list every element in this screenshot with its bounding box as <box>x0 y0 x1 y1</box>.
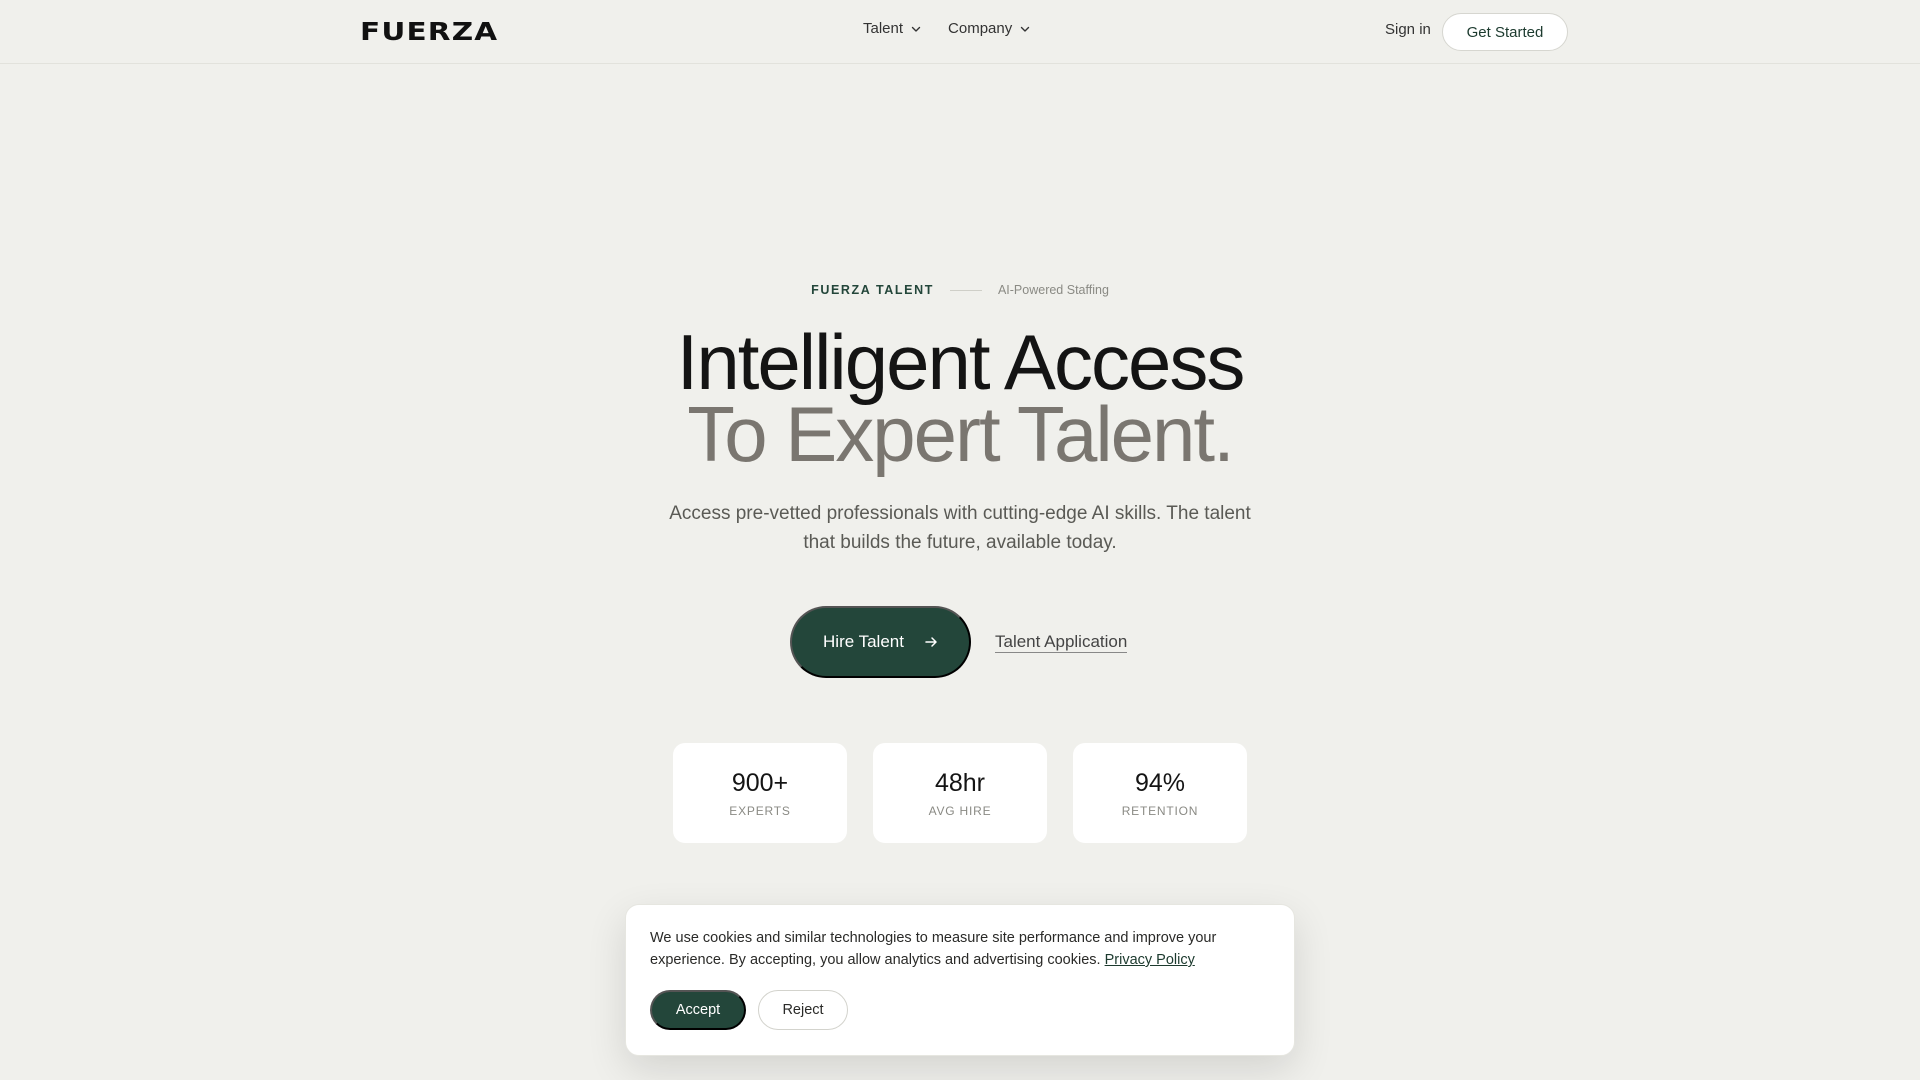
reject-cookies-button[interactable]: Reject <box>758 990 848 1030</box>
hire-talent-button[interactable]: Hire Talent <box>790 606 971 678</box>
cookie-banner: We use cookies and similar technologies … <box>625 904 1295 1056</box>
hero-headline: Intelligent Access To Expert Talent. <box>0 318 1920 478</box>
stat-label: RETENTION <box>1121 804 1199 818</box>
chevron-down-icon <box>911 26 921 32</box>
page: FUERZA Talent Company Sign in Get Starte… <box>0 0 1920 1080</box>
stat-label: AVG HIRE <box>928 804 992 818</box>
logo[interactable]: FUERZA <box>360 17 498 47</box>
chevron-down-icon <box>1021 26 1030 32</box>
nav-company-label: Company <box>948 20 1013 37</box>
stat-label: EXPERTS <box>729 804 791 818</box>
nav-talent-label: Talent <box>863 20 904 37</box>
site-header: FUERZA Talent Company Sign in Get Starte… <box>0 0 1920 64</box>
sign-in-link[interactable]: Sign in <box>1385 21 1431 38</box>
privacy-policy-link[interactable]: Privacy Policy <box>1105 952 1195 968</box>
hero-eyebrow: FUERZA TALENT AI-Powered Staffing <box>0 283 1920 297</box>
nav-talent[interactable]: Talent <box>863 20 922 37</box>
eyebrow-divider <box>949 289 982 291</box>
cookie-text: We use cookies and similar technologies … <box>650 927 1270 971</box>
eyebrow-tag: AI-Powered Staffing <box>997 283 1109 297</box>
main-nav: Talent Company <box>863 20 1031 37</box>
eyebrow-brand: FUERZA TALENT <box>811 283 934 297</box>
stat-value: 48hr <box>934 769 986 797</box>
stat-value: 900+ <box>731 769 789 797</box>
stat-value: 94% <box>1134 769 1186 797</box>
headline-line-2: To Expert Talent. <box>687 390 1235 478</box>
hire-talent-label: Hire Talent <box>823 632 904 651</box>
stat-card-avg-hire: 48hr AVG HIRE <box>873 743 1047 843</box>
talent-application-link[interactable]: Talent Application <box>995 632 1128 653</box>
get-started-button[interactable]: Get Started <box>1442 13 1568 51</box>
hero-subtitle: Access pre-vetted professionals with cut… <box>669 503 1251 553</box>
stat-card-retention: 94% RETENTION <box>1073 743 1247 843</box>
arrow-right-icon <box>925 637 937 647</box>
stats-row: 900+ EXPERTS 48hr AVG HIRE 94% RETENTION <box>673 743 1247 843</box>
accept-cookies-button[interactable]: Accept <box>650 990 746 1030</box>
headline-line-1: Intelligent Access <box>676 318 1246 406</box>
cookie-actions: Accept Reject <box>650 990 1270 1030</box>
nav-company[interactable]: Company <box>948 20 1031 37</box>
stat-card-experts: 900+ EXPERTS <box>673 743 847 843</box>
